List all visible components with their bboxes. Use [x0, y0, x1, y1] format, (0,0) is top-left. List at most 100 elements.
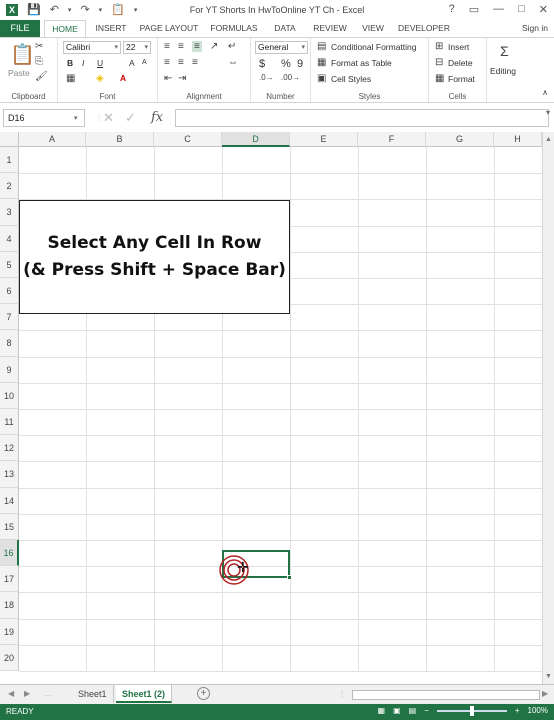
column-header-d[interactable]: D [222, 132, 290, 147]
row-header-19[interactable]: 19 [0, 618, 19, 645]
conditional-formatting-button[interactable]: Conditional Formatting [331, 42, 417, 52]
name-box-dropdown-icon[interactable]: ▾ [74, 114, 78, 122]
paste-button[interactable]: Paste [8, 68, 30, 78]
row-header-16[interactable]: 16 [0, 540, 19, 567]
scroll-up-icon[interactable]: ▲ [545, 136, 552, 143]
row-header-15[interactable]: 15 [0, 513, 19, 540]
prev-sheet-icon[interactable]: ◀ [8, 689, 14, 698]
zoom-slider-thumb[interactable] [469, 705, 474, 716]
wrap-text-icon[interactable]: ↵ [228, 41, 236, 52]
editing-button[interactable]: Editing [490, 66, 516, 76]
expand-formula-bar-icon[interactable]: ▾ [546, 108, 550, 117]
row-header-10[interactable]: 10 [0, 382, 19, 409]
row-header-7[interactable]: 7 [0, 304, 19, 331]
tab-insert[interactable]: INSERT [90, 20, 132, 37]
align-middle-icon[interactable]: ≡ [178, 41, 184, 52]
row-header-12[interactable]: 12 [0, 435, 19, 462]
bold-button[interactable]: B [67, 58, 73, 68]
grow-font-button[interactable]: A [129, 58, 135, 68]
cut-icon[interactable]: ✂ [35, 41, 43, 52]
sign-in-link[interactable]: Sign in [522, 20, 548, 37]
minimize-button[interactable]: — [493, 3, 504, 16]
tab-developer[interactable]: DEVELOPER [394, 20, 454, 37]
column-header-c[interactable]: C [154, 132, 222, 147]
page-layout-view-icon[interactable]: ▣ [393, 706, 401, 715]
zoom-in-button[interactable]: + [515, 706, 520, 715]
comma-button[interactable]: 9 [297, 58, 303, 70]
tab-review[interactable]: REVIEW [308, 20, 352, 37]
cancel-icon[interactable]: ✕ [103, 110, 114, 126]
decrease-decimal-icon[interactable]: .00→ [281, 73, 300, 82]
zoom-slider[interactable] [436, 705, 507, 716]
select-all-button[interactable] [0, 132, 19, 147]
vertical-scrollbar[interactable]: ▲ ▼ [542, 132, 554, 684]
tab-home[interactable]: HOME [44, 20, 86, 37]
decrease-indent-icon[interactable]: ⇤ [164, 73, 172, 84]
row-header-4[interactable]: 4 [0, 225, 19, 252]
collapse-ribbon-icon[interactable]: ∧ [542, 88, 548, 97]
insert-function-button[interactable]: fx [151, 110, 163, 125]
delete-button[interactable]: Delete [448, 58, 473, 68]
column-header-e[interactable]: E [290, 132, 358, 147]
row-header-13[interactable]: 13 [0, 461, 19, 488]
scroll-down-icon[interactable]: ▼ [545, 673, 552, 680]
row-header-3[interactable]: 3 [0, 199, 19, 226]
merge-center-icon[interactable]: ⇔ [228, 57, 238, 68]
sheet-tab-sheet1[interactable]: Sheet1 [72, 685, 114, 703]
font-color-button[interactable]: A [120, 73, 126, 83]
row-header-8[interactable]: 8 [0, 330, 19, 357]
cell-styles-button[interactable]: Cell Styles [331, 74, 371, 84]
more-sheets-icon[interactable]: … [44, 689, 52, 698]
add-sheet-button[interactable]: + [197, 687, 210, 700]
close-button[interactable]: ✕ [539, 3, 548, 16]
tab-view[interactable]: VIEW [356, 20, 390, 37]
row-header-20[interactable]: 20 [0, 644, 19, 671]
formula-input[interactable] [175, 109, 549, 127]
help-button[interactable]: ? [449, 3, 455, 16]
row-header-14[interactable]: 14 [0, 487, 19, 514]
italic-button[interactable]: I [82, 58, 84, 68]
column-header-h[interactable]: H [494, 132, 542, 147]
zoom-level[interactable]: 100% [528, 706, 548, 715]
increase-decimal-icon[interactable]: .0→ [259, 73, 274, 82]
row-header-6[interactable]: 6 [0, 278, 19, 305]
percent-button[interactable]: % [281, 58, 291, 70]
tab-formulas[interactable]: FORMULAS [206, 20, 262, 37]
row-header-1[interactable]: 1 [0, 147, 19, 174]
row-header-18[interactable]: 18 [0, 592, 19, 619]
editing-icon[interactable]: Σ [500, 43, 509, 59]
tab-page-layout[interactable]: PAGE LAYOUT [136, 20, 202, 37]
underline-button[interactable]: U [97, 58, 103, 68]
normal-view-icon[interactable]: ▦ [378, 706, 386, 715]
format-as-table-button[interactable]: Format as Table [331, 58, 392, 68]
tab-split-icon[interactable]: ⋮ [338, 689, 346, 698]
shrink-font-button[interactable]: A [142, 59, 147, 66]
column-header-b[interactable]: B [86, 132, 154, 147]
orientation-icon[interactable]: ↗ [210, 41, 218, 52]
copy-icon[interactable]: ⎘ [35, 56, 43, 67]
instruction-textbox[interactable]: Select Any Cell In Row (& Press Shift + … [19, 200, 290, 314]
worksheet-grid[interactable]: ABCDEFGH 1 2 3 4 5 6 7 8 9 10 11 12 13 14 15 16 17 18 19 20… [0, 132, 554, 684]
tab-data[interactable]: DATA [266, 20, 304, 37]
increase-indent-icon[interactable]: ⇥ [178, 73, 186, 84]
fill-handle[interactable] [287, 575, 292, 580]
row-header-17[interactable]: 17 [0, 566, 19, 593]
maximize-button[interactable]: □ [518, 3, 525, 16]
align-bottom-icon[interactable]: ≡ [192, 41, 202, 52]
font-name-select[interactable]: Calibri ▾ [63, 41, 121, 54]
scroll-right-icon[interactable]: ▶ [542, 689, 548, 698]
format-painter-icon[interactable]: 🖌 [35, 71, 48, 82]
next-sheet-icon[interactable]: ▶ [24, 689, 30, 698]
column-header-a[interactable]: A [19, 132, 86, 147]
align-right-icon[interactable]: ≡ [192, 57, 198, 68]
horizontal-scrollbar[interactable] [352, 690, 540, 700]
row-header-2[interactable]: 2 [0, 173, 19, 200]
row-header-11[interactable]: 11 [0, 409, 19, 436]
enter-icon[interactable]: ✓ [125, 110, 136, 126]
name-box[interactable]: D16 [3, 109, 85, 127]
borders-icon[interactable]: ▦ [66, 73, 75, 84]
insert-button[interactable]: Insert [448, 42, 469, 52]
align-top-icon[interactable]: ≡ [164, 41, 170, 52]
row-header-9[interactable]: 9 [0, 356, 19, 383]
page-break-view-icon[interactable]: ▤ [409, 706, 417, 715]
